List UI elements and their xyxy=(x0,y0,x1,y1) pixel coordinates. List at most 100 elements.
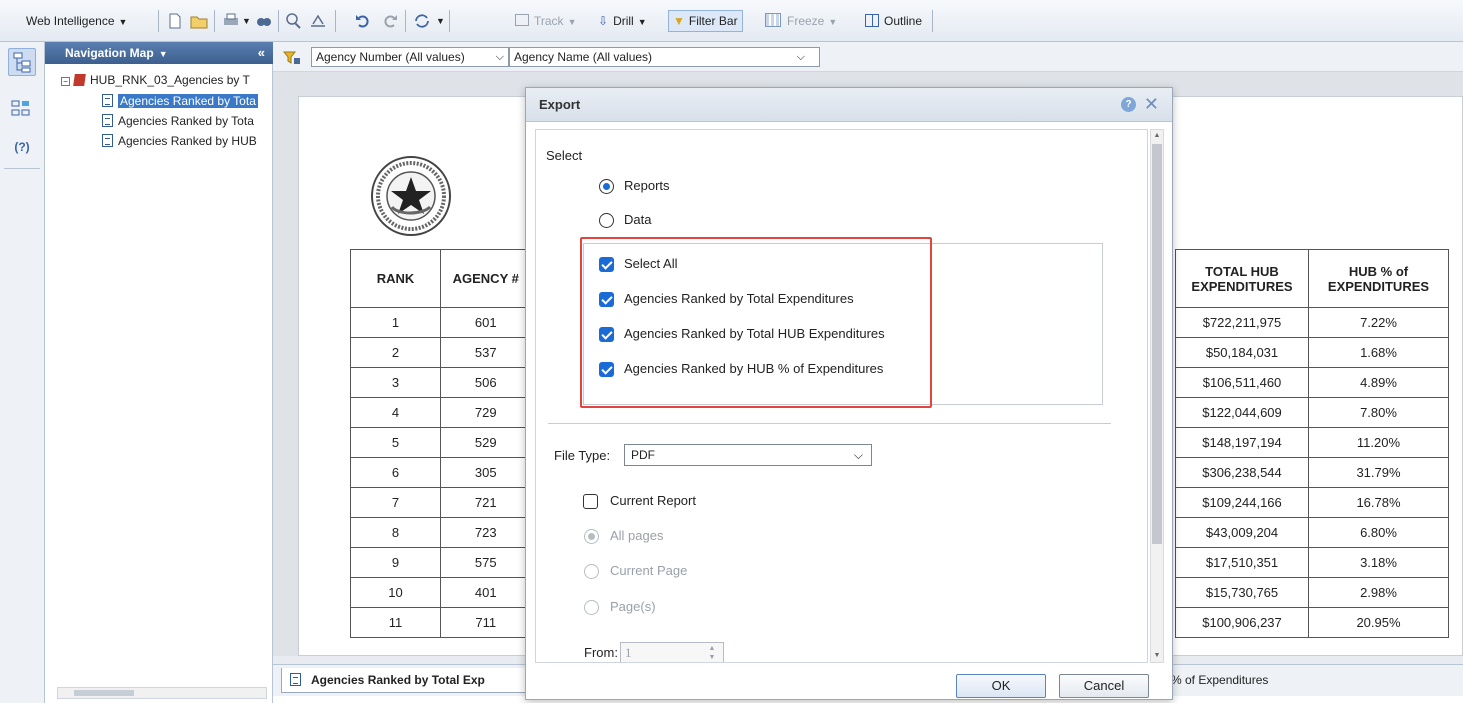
table-row: $109,244,166 16.78% xyxy=(1175,487,1449,518)
table-row: 3 506 xyxy=(350,367,531,398)
dialog-title-bar[interactable]: Export ? ✕ xyxy=(526,88,1172,122)
track-button[interactable]: Track ▼ xyxy=(515,11,576,31)
tree-item-report-3[interactable]: Agencies Ranked by HUB xyxy=(102,133,272,150)
dialog-body: Select Reports Data Select All Agencies … xyxy=(535,129,1148,663)
total-hub-cell: $15,730,765 xyxy=(1175,577,1309,608)
open-folder-icon[interactable] xyxy=(190,12,208,30)
print-icon[interactable] xyxy=(222,12,240,30)
radio-pages[interactable] xyxy=(584,600,599,615)
web-intelligence-label: Web Intelligence xyxy=(26,14,115,28)
file-type-value: PDF xyxy=(631,448,655,462)
table-row: $100,906,237 20.95% xyxy=(1175,607,1449,638)
tree-item-label: Agencies Ranked by Tota xyxy=(118,94,258,108)
rank-cell: 11 xyxy=(350,607,441,638)
cancel-button[interactable]: Cancel xyxy=(1059,674,1149,698)
help-button[interactable]: (?) xyxy=(8,134,36,162)
total-hub-cell: $43,009,204 xyxy=(1175,517,1309,548)
rank-cell: 5 xyxy=(350,427,441,458)
current-report-label[interactable]: Current Report xyxy=(610,493,696,508)
scroll-up-icon[interactable]: ▲ xyxy=(1152,130,1162,142)
radio-reports[interactable] xyxy=(599,179,614,194)
table-row: 11 711 xyxy=(350,607,531,638)
navigation-map-header[interactable]: Navigation Map ▼ « xyxy=(45,42,273,64)
hub-pct-cell: 4.89% xyxy=(1308,367,1449,398)
toolbar-divider xyxy=(405,10,406,32)
help-icon[interactable]: ? xyxy=(1121,97,1136,112)
input-controls-button[interactable] xyxy=(8,96,36,124)
navigation-map-button[interactable] xyxy=(8,48,36,76)
current-report-checkbox[interactable] xyxy=(583,494,598,509)
agency-name-filter[interactable]: Agency Name (All values) ⌵ xyxy=(509,47,820,67)
collapse-icon[interactable]: « xyxy=(258,42,265,64)
radio-reports-label[interactable]: Reports xyxy=(624,178,670,193)
track-icon xyxy=(515,14,529,26)
agency-number-filter[interactable]: Agency Number (All values) ⌵ xyxy=(311,47,509,67)
radio-all-pages[interactable] xyxy=(584,529,599,544)
scrollbar-thumb[interactable] xyxy=(1152,144,1162,544)
report-icon xyxy=(102,134,113,147)
table-row: 10 401 xyxy=(350,577,531,608)
file-type-select[interactable]: PDF ⌵ xyxy=(624,444,872,466)
chevron-down-icon[interactable]: ▼ xyxy=(159,49,168,59)
ok-button[interactable]: OK xyxy=(956,674,1046,698)
drill-button[interactable]: ⇩ Drill ▼ xyxy=(598,11,647,31)
scrollbar-thumb[interactable] xyxy=(74,690,134,696)
from-page-input[interactable]: 1 ▲ ▼ xyxy=(620,642,724,662)
refresh-icon[interactable] xyxy=(413,12,431,30)
table-header-row: TOTAL HUB EXPENDITURES HUB % of EXPENDIT… xyxy=(1175,249,1449,308)
redo-icon[interactable] xyxy=(381,12,399,30)
spinner-icon[interactable]: ▲ ▼ xyxy=(707,644,717,662)
agency-cell: 506 xyxy=(440,367,531,398)
rank-cell: 3 xyxy=(350,367,441,398)
radio-data[interactable] xyxy=(599,213,614,228)
highlight-box xyxy=(580,237,932,408)
chevron-down-icon: ⌵ xyxy=(796,51,805,63)
hub-pct-cell: 1.68% xyxy=(1308,337,1449,368)
tab-agencies-ranked-by-total-expenditures[interactable]: Agencies Ranked by Total Exp xyxy=(281,668,531,693)
close-icon[interactable]: ✕ xyxy=(1144,93,1159,115)
find-icon[interactable] xyxy=(255,12,273,30)
radio-current-page-label[interactable]: Current Page xyxy=(610,563,687,578)
chevron-down-icon: ▼ xyxy=(118,17,128,27)
tab-agencies-ranked-by-hub-pct[interactable]: % of Expenditures xyxy=(1163,668,1363,693)
chevron-down-icon[interactable]: ▼ xyxy=(436,11,445,31)
select-label: Select xyxy=(546,148,583,163)
new-document-icon[interactable] xyxy=(166,12,184,30)
undo-icon[interactable] xyxy=(354,12,372,30)
filter-bar-icon[interactable] xyxy=(283,50,301,66)
navigation-map-title: Navigation Map xyxy=(65,46,154,60)
table-row: $106,511,460 4.89% xyxy=(1175,367,1449,398)
outline-button[interactable]: Outline xyxy=(865,11,922,31)
collapse-node-icon[interactable]: − xyxy=(61,77,70,86)
nav-horizontal-scrollbar[interactable] xyxy=(57,687,267,699)
radio-current-page[interactable] xyxy=(584,564,599,579)
dialog-vertical-scrollbar[interactable]: ▲ ▼ xyxy=(1150,129,1164,663)
refresh-data-icon[interactable] xyxy=(309,12,327,30)
tree-item-report-1[interactable]: Agencies Ranked by Tota xyxy=(102,93,272,110)
radio-pages-label[interactable]: Page(s) xyxy=(610,599,656,614)
file-type-label: File Type: xyxy=(554,448,611,463)
agency-cell: 721 xyxy=(440,487,531,518)
filter-bar-button[interactable]: ▼ Filter Bar xyxy=(668,10,743,32)
table-row: 6 305 xyxy=(350,457,531,488)
chevron-down-icon[interactable]: ▼ xyxy=(242,11,251,31)
freeze-button[interactable]: Freeze ▼ xyxy=(765,11,837,31)
toolbar-divider xyxy=(335,10,336,32)
agency-cell: 575 xyxy=(440,547,531,578)
tree-item-report-2[interactable]: Agencies Ranked by Tota xyxy=(102,113,272,130)
total-hub-cell: $109,244,166 xyxy=(1175,487,1309,518)
toolbar: Web Intelligence ▼ ▼ ▼ Track ▼ ⇩ Drill ▼ ▼ Fi… xyxy=(0,0,1463,42)
state-seal-icon xyxy=(371,156,451,236)
tree-document-node[interactable]: − HUB_RNK_03_Agencies by T xyxy=(61,72,271,89)
table-row: $148,197,194 11.20% xyxy=(1175,427,1449,458)
radio-data-label[interactable]: Data xyxy=(624,212,651,227)
radio-all-pages-label[interactable]: All pages xyxy=(610,528,663,543)
table-row: 7 721 xyxy=(350,487,531,518)
query-panel-icon[interactable] xyxy=(285,12,303,30)
tab-label: % of Expenditures xyxy=(1171,673,1269,687)
web-intelligence-menu[interactable]: Web Intelligence ▼ xyxy=(26,11,127,31)
scroll-down-icon[interactable]: ▼ xyxy=(1152,650,1162,662)
agency-cell: 723 xyxy=(440,517,531,548)
rank-cell: 8 xyxy=(350,517,441,548)
toolbar-divider xyxy=(449,10,450,32)
